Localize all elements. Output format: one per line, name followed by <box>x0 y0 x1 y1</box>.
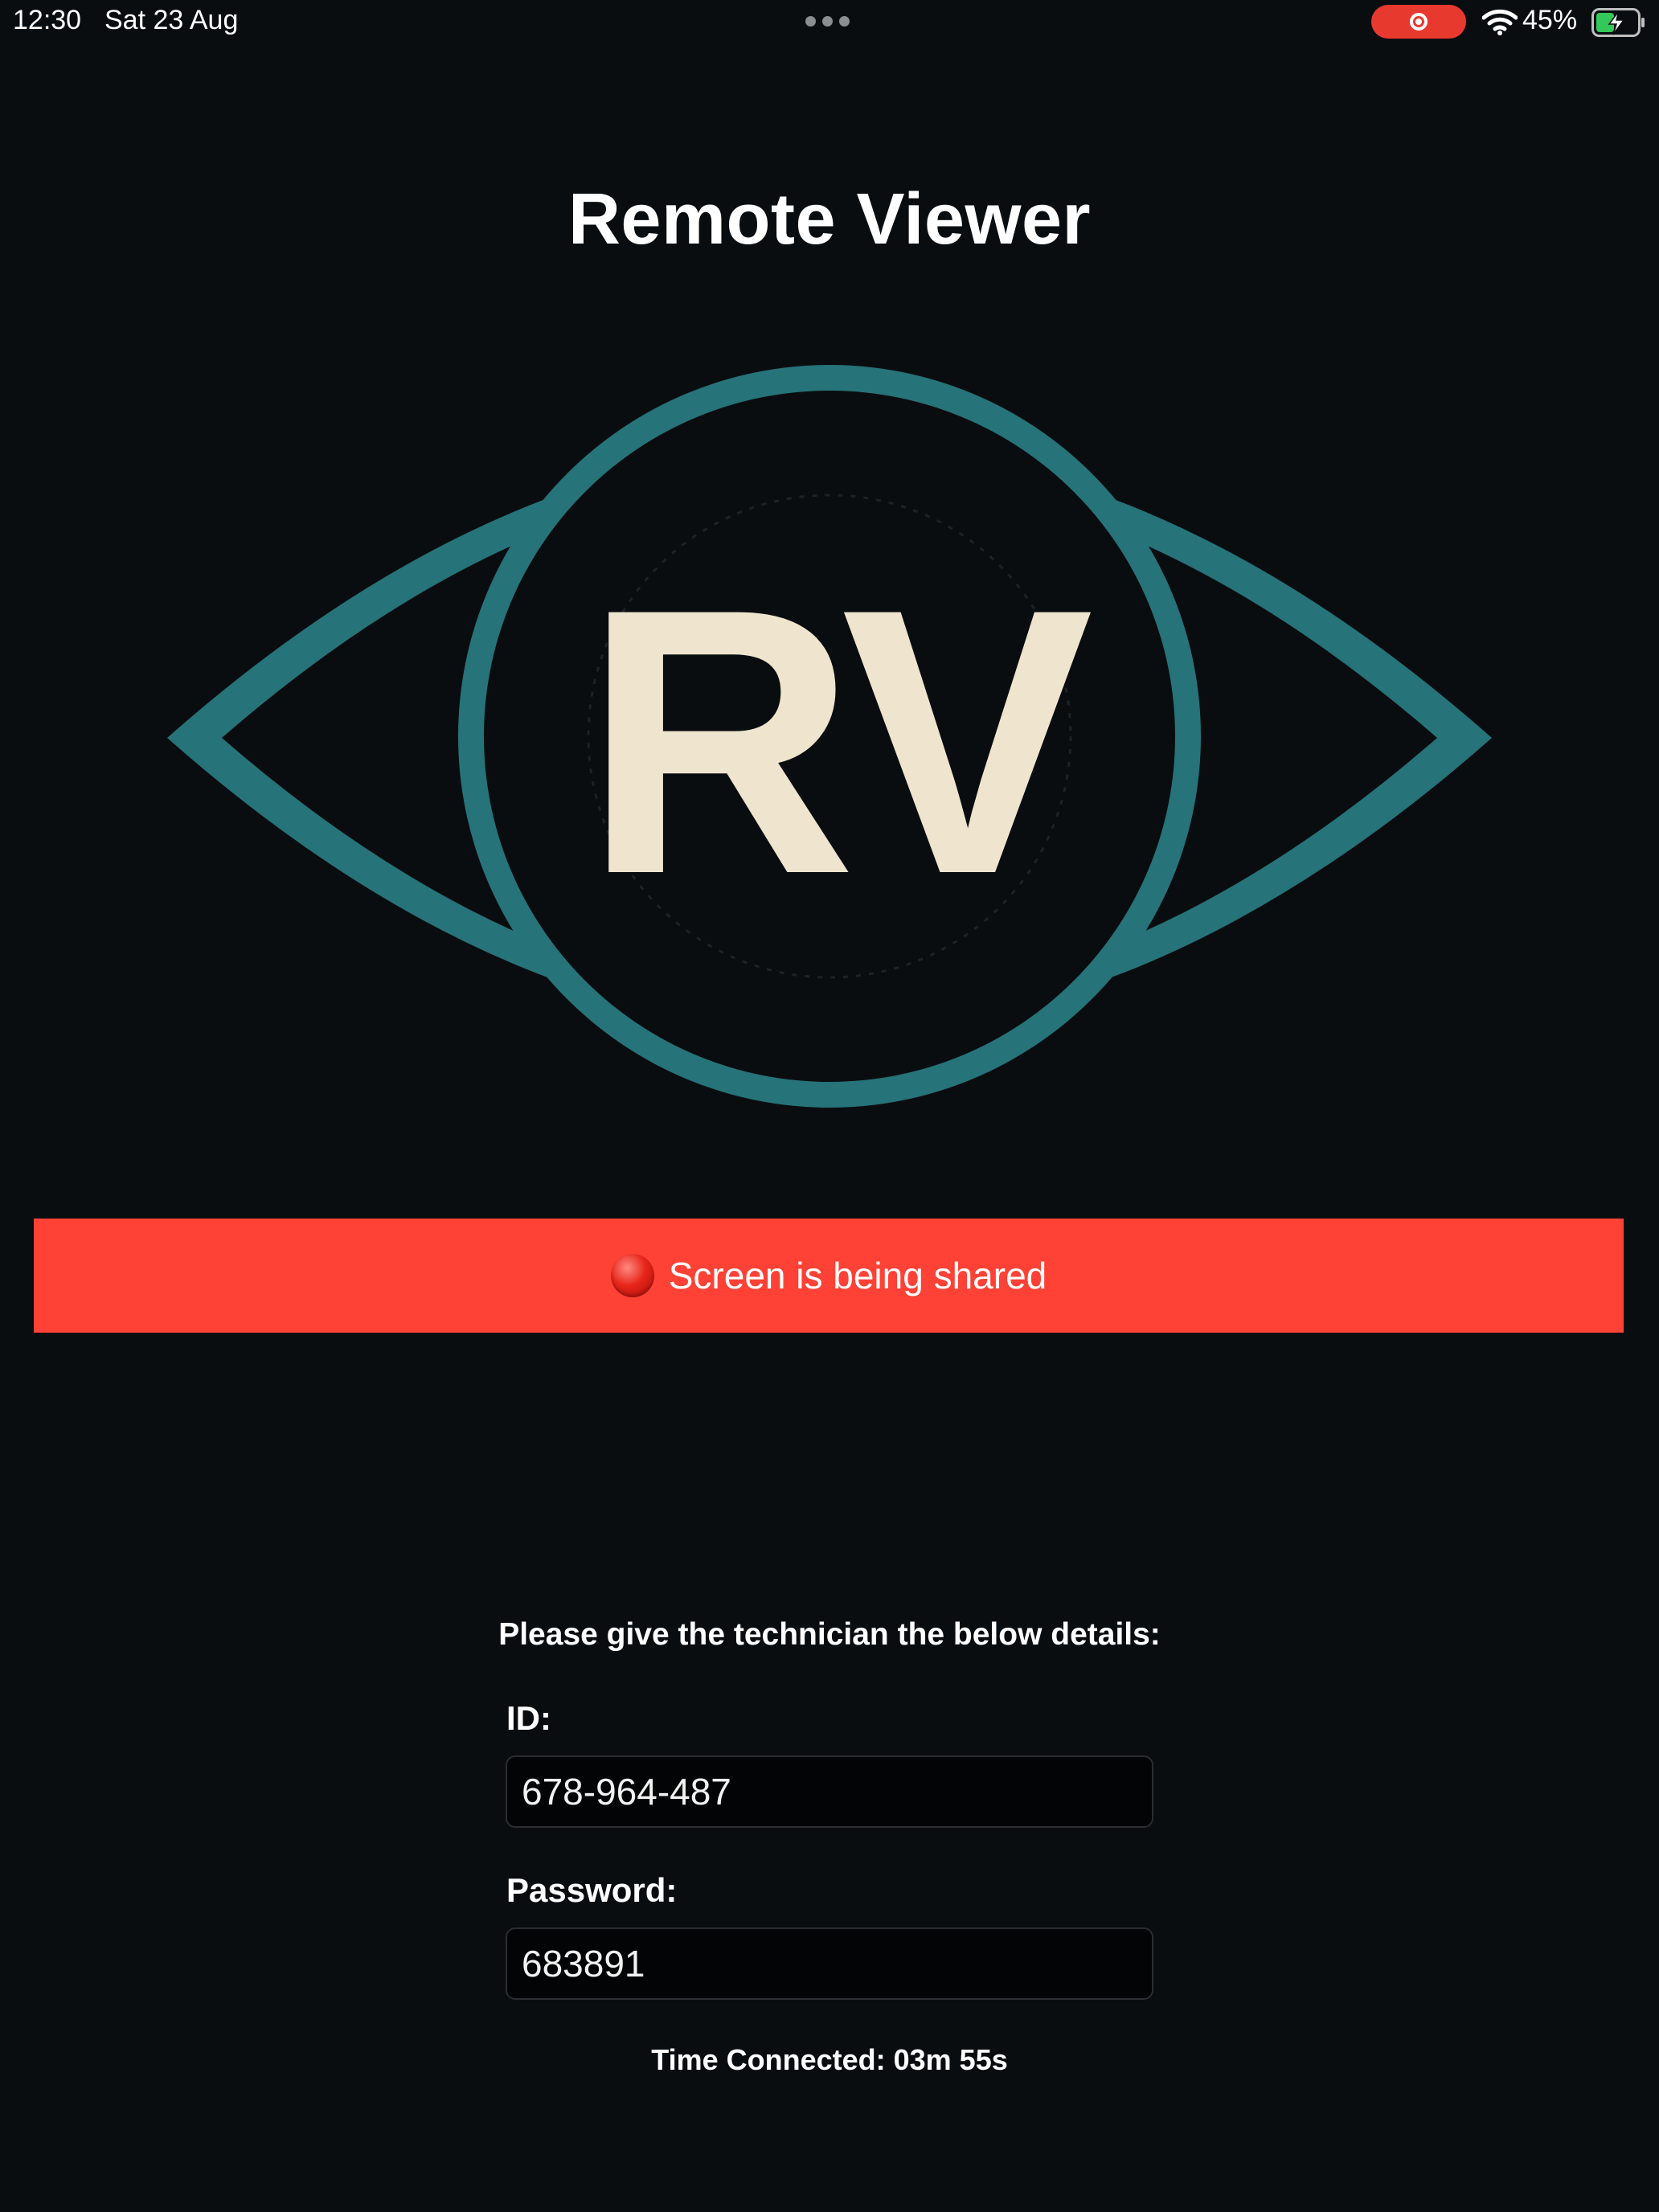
status-date: Sat 23 Aug <box>104 5 239 35</box>
screen: 12:30 Sat 23 Aug 45% Remote Viewer RV Sc… <box>0 0 1659 2212</box>
status-time: 12:30 <box>13 5 82 35</box>
logo-letters: RV <box>584 530 1096 952</box>
status-bar: 12:30 Sat 23 Aug 45% <box>0 0 1659 45</box>
red-circle-icon <box>610 1254 654 1297</box>
battery-percent: 45% <box>1522 5 1578 35</box>
battery-charging-icon <box>1591 8 1645 37</box>
password-field[interactable]: 683891 <box>506 1927 1153 2000</box>
more-dots-icon[interactable] <box>805 16 850 27</box>
password-label: Password: <box>506 1871 678 1909</box>
id-field[interactable]: 678-964-487 <box>506 1755 1153 1828</box>
screen-sharing-text: Screen is being shared <box>668 1255 1047 1296</box>
wifi-icon <box>1482 9 1518 35</box>
screen-recording-icon[interactable] <box>1371 5 1466 39</box>
page-title: Remote Viewer <box>567 179 1092 260</box>
rv-eye-logo: RV <box>167 365 1492 1108</box>
time-connected-text: Time Connected: 03m 55s <box>651 2043 1008 2076</box>
instructions-text: Please give the technician the below det… <box>498 1617 1161 1652</box>
id-label: ID: <box>506 1699 551 1737</box>
screen-sharing-banner: Screen is being shared <box>34 1219 1624 1333</box>
